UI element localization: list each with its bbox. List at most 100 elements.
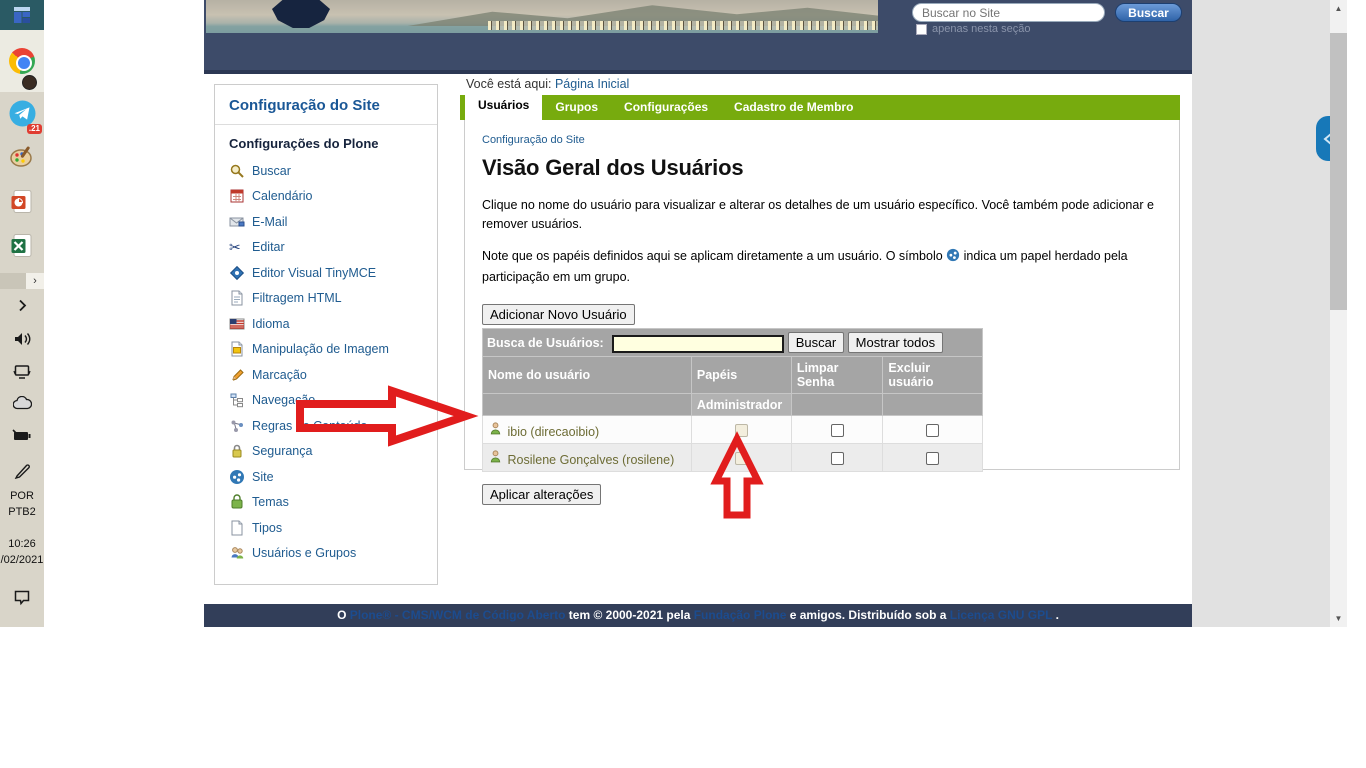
add-user-button[interactable]: Adicionar Novo Usuário xyxy=(482,304,635,325)
sidebar-link[interactable]: Tipos xyxy=(252,521,282,535)
excel-taskbar-item[interactable] xyxy=(0,228,44,262)
telegram-badge: .21 xyxy=(27,124,42,134)
sidebar-link[interactable]: Marcação xyxy=(252,368,307,382)
site-search-button[interactable]: Buscar xyxy=(1115,3,1182,22)
start-button[interactable] xyxy=(0,0,44,30)
site-search-input[interactable] xyxy=(912,3,1105,22)
subheader-empty xyxy=(483,394,692,416)
taskbar-scrollbar[interactable]: › xyxy=(0,273,44,289)
sidebar-link[interactable]: Idioma xyxy=(252,317,290,331)
tray-pen[interactable] xyxy=(0,458,44,482)
scrollbar-thumb[interactable] xyxy=(1330,33,1347,310)
notification-center-icon xyxy=(13,589,31,606)
admin-role-checkbox xyxy=(735,452,748,465)
site-setup-link[interactable]: Configuração do Site xyxy=(482,134,585,146)
user-search-button[interactable]: Buscar xyxy=(788,332,844,353)
tray-volume[interactable] xyxy=(0,328,44,350)
sidebar-item-calendario: Calendário xyxy=(229,184,423,210)
browser-scrollbar[interactable]: ▲ ▼ xyxy=(1330,0,1347,627)
sidebar-link[interactable]: Temas xyxy=(252,495,289,509)
sidebar-item-usuarios-grupos: Usuários e Grupos xyxy=(229,541,423,567)
tray-battery[interactable] xyxy=(0,424,44,446)
display-cast-icon xyxy=(13,363,31,380)
breadcrumb: Você está aqui: Página Inicial xyxy=(466,77,629,91)
image-icon xyxy=(229,341,245,357)
subheader-empty xyxy=(791,394,883,416)
admin-role-checkbox xyxy=(735,424,748,437)
scroll-up-icon[interactable]: ▲ xyxy=(1330,0,1347,17)
user-link[interactable]: ibio (direcaoibio) xyxy=(507,425,599,439)
footer-license-link[interactable]: Licença GNU GPL xyxy=(950,608,1052,622)
tab-usuarios[interactable]: Usuários xyxy=(465,91,542,120)
footer-text: . xyxy=(1052,608,1059,622)
volume-icon xyxy=(13,331,31,347)
clock-time[interactable]: 10:26 xyxy=(0,538,44,550)
sidebar-link[interactable]: Filtragem HTML xyxy=(252,291,342,305)
sidebar-item-marcacao: Marcação xyxy=(229,362,423,388)
sidebar-item-filtragem: Filtragem HTML xyxy=(229,286,423,312)
taskbar-scrollbar-thumb[interactable] xyxy=(0,273,26,289)
sidebar-link[interactable]: Site xyxy=(252,470,274,484)
only-section-checkbox[interactable] xyxy=(916,24,927,35)
language-indicator-line2[interactable]: PTB2 xyxy=(0,506,44,518)
flag-icon xyxy=(229,316,245,332)
lock-icon xyxy=(229,443,245,459)
user-search-input[interactable] xyxy=(612,335,784,353)
scroll-down-icon[interactable]: ▼ xyxy=(1330,610,1347,627)
footer-text: O xyxy=(337,608,350,622)
users-icon xyxy=(229,545,245,561)
note-text-before: Note que os papéis definidos aqui se apl… xyxy=(482,249,946,263)
sidebar-link[interactable]: Usuários e Grupos xyxy=(252,546,356,560)
sidebar-link[interactable]: E-Mail xyxy=(252,215,287,229)
sidebar-link[interactable]: Navegação xyxy=(252,393,315,407)
sidebar-link[interactable]: Buscar xyxy=(252,164,291,178)
taskbar-scroll-right-icon[interactable]: › xyxy=(26,275,44,287)
sidebar-link[interactable]: Editor Visual TinyMCE xyxy=(252,266,376,280)
site-setup-portlet: Configuração do Site Configurações do Pl… xyxy=(214,84,438,585)
delete-user-checkbox[interactable] xyxy=(926,452,939,465)
tab-cadastro-membro[interactable]: Cadastro de Membro xyxy=(721,95,866,120)
rules-icon xyxy=(229,418,245,434)
reset-password-checkbox[interactable] xyxy=(831,424,844,437)
types-icon xyxy=(229,520,245,536)
paint-taskbar-item[interactable] xyxy=(0,140,44,174)
tray-expand-button[interactable] xyxy=(0,295,44,315)
powerpoint-taskbar-item[interactable] xyxy=(0,184,44,218)
clock-date[interactable]: /02/2021 xyxy=(0,554,44,566)
sidebar-item-tinymce: Editor Visual TinyMCE xyxy=(229,260,423,286)
users-table: Busca de Usuários: Buscar Mostrar todos … xyxy=(482,328,983,472)
tray-display[interactable] xyxy=(0,360,44,382)
show-all-button[interactable]: Mostrar todos xyxy=(848,332,943,353)
user-link[interactable]: Rosilene Gonçalves (rosilene) xyxy=(507,453,674,467)
table-row: Rosilene Gonçalves (rosilene) xyxy=(483,444,983,472)
delete-user-checkbox[interactable] xyxy=(926,424,939,437)
sidebar-item-imagem: Manipulação de Imagem xyxy=(229,337,423,363)
sidebar-link[interactable]: Calendário xyxy=(252,189,312,203)
telegram-taskbar-item[interactable]: .21 xyxy=(0,96,44,130)
notification-center-button[interactable] xyxy=(0,586,44,608)
chrome-taskbar-item[interactable] xyxy=(0,30,44,92)
sidebar-link[interactable]: Manipulação de Imagem xyxy=(252,342,389,356)
paint-palette-icon xyxy=(9,144,35,170)
tab-grupos[interactable]: Grupos xyxy=(542,95,611,120)
inherited-role-icon xyxy=(946,248,960,268)
pencil-icon xyxy=(229,367,245,383)
footer-foundation-link[interactable]: Fundação Plone xyxy=(694,608,787,622)
cloud-icon xyxy=(13,396,32,410)
calendar-icon xyxy=(229,188,245,204)
site-header: Buscar apenas nesta seção xyxy=(204,0,1192,70)
reset-password-checkbox[interactable] xyxy=(831,452,844,465)
powerpoint-icon xyxy=(10,189,35,214)
subheader-administrador: Administrador xyxy=(691,394,791,416)
chrome-profile-avatar xyxy=(22,75,37,90)
tray-cloud[interactable] xyxy=(0,392,44,414)
tab-configuracoes[interactable]: Configurações xyxy=(611,95,721,120)
apply-changes-button[interactable]: Aplicar alterações xyxy=(482,484,601,505)
breadcrumb-home-link[interactable]: Página Inicial xyxy=(555,77,629,91)
sidebar-link[interactable]: Regras de Conteúdo xyxy=(252,419,367,433)
sidebar-link[interactable]: Segurança xyxy=(252,444,312,458)
language-indicator-line1[interactable]: POR xyxy=(0,490,44,502)
sidebar-link[interactable]: Editar xyxy=(252,240,285,254)
telegram-icon xyxy=(9,100,36,127)
footer-plone-link[interactable]: Plone® - CMS/WCM de Código Aberto xyxy=(350,608,566,622)
